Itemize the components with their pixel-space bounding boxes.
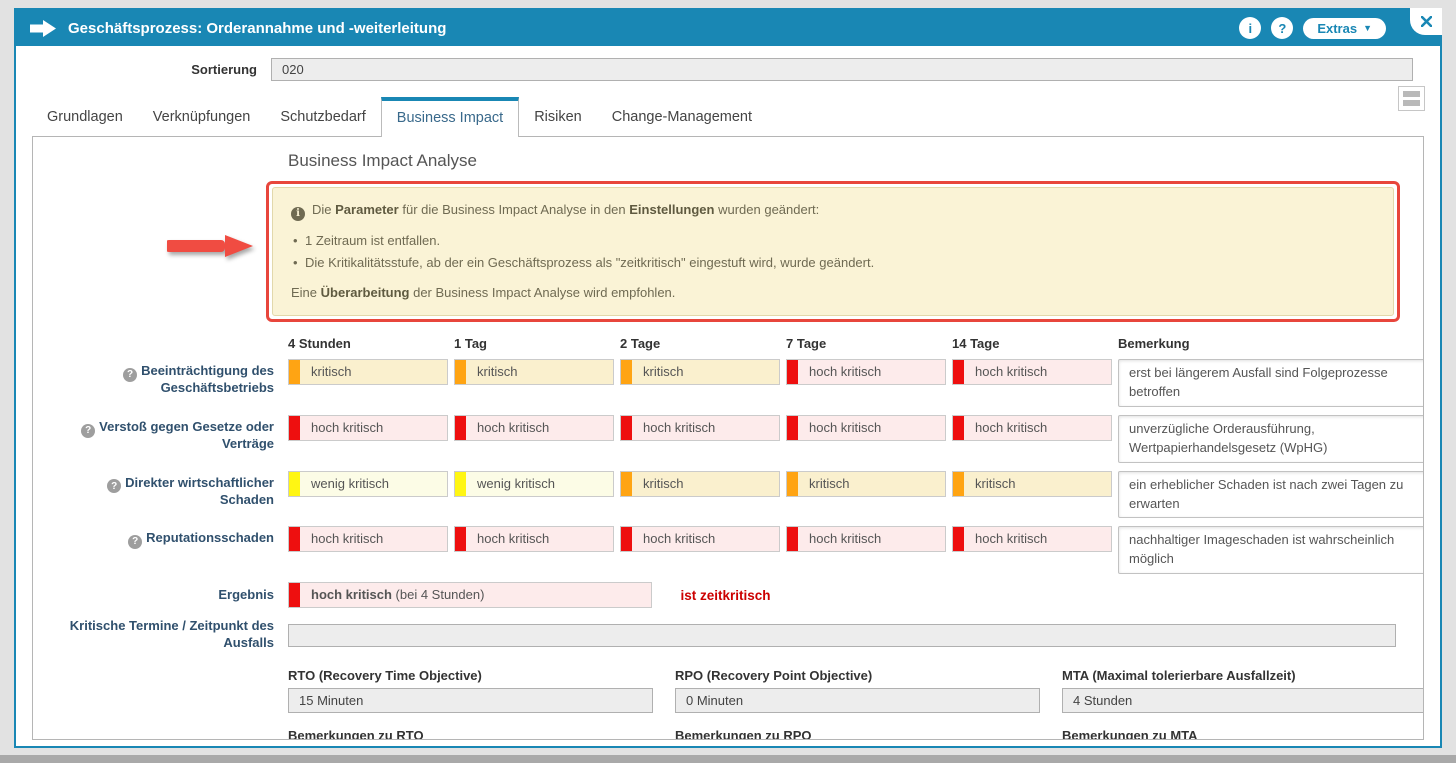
tab-content-panel: Business Impact Analyse i Die Parameter [32,136,1424,740]
rpo-input[interactable] [675,688,1040,713]
recovery-section: RTO (Recovery Time Objective) Bemerkunge… [288,668,1396,740]
tab-bar: Grundlagen Verknüpfungen Schutzbedarf Bu… [32,97,1424,136]
impact-cell[interactable]: wenig kritisch [454,471,614,497]
tab-verknuepfungen[interactable]: Verknüpfungen [138,97,266,136]
table-row: ?Direkter wirtschaftlicher Schaden wenig… [33,471,1423,519]
bemerkung-field[interactable]: nachhaltiger Imageschaden ist wahrschein… [1118,526,1424,574]
impact-cell[interactable]: kritisch [952,471,1112,497]
impact-cell[interactable]: hoch kritisch [620,415,780,441]
notice-footer-text: Eine Überarbeitung der Business Impact A… [291,284,1375,303]
close-button[interactable] [1410,8,1442,35]
impact-cell[interactable]: hoch kritisch [620,526,780,552]
impact-cell[interactable]: hoch kritisch [454,526,614,552]
annotation-arrow-icon [167,228,255,264]
rpo-note-label: Bemerkungen zu RPO [675,728,1040,740]
info-icon: i [291,207,305,221]
process-arrow-icon [30,20,56,37]
row-label-beeintraechtigung: ?Beeinträchtigung des Geschäftsbetriebs [33,359,288,397]
help-icon[interactable]: ? [107,479,121,493]
kritische-termine-label: Kritische Termine / Zeitpunkt des Ausfal… [33,618,288,652]
titlebar: Geschäftsprozess: Orderannahme und -weit… [16,10,1440,46]
bemerkung-field[interactable]: ein erheblicher Schaden ist nach zwei Ta… [1118,471,1424,519]
row-label-verstoss: ?Verstoß gegen Gesetze oder Verträge [33,415,288,453]
table-row: ?Reputationsschaden hoch kritisch hoch k… [33,526,1423,574]
desktop-background: Geschäftsprozess: Orderannahme und -weit… [0,0,1456,763]
row-label-reputationsschaden: ?Reputationsschaden [33,526,288,547]
impact-cell[interactable]: hoch kritisch [786,526,946,552]
row-label-wirtschaftlicher-schaden: ?Direkter wirtschaftlicher Schaden [33,471,288,509]
chevron-down-icon: ▼ [1363,23,1372,33]
impact-cell[interactable]: hoch kritisch [786,359,946,385]
impact-cell[interactable]: kritisch [620,471,780,497]
bia-change-notice: i Die Parameter für die Business Impact … [272,187,1394,316]
bemerkung-field[interactable]: unverzügliche Orderausführung, Wertpapie… [1118,415,1424,463]
column-header: Bemerkung [1118,336,1424,351]
impact-cell[interactable]: kritisch [454,359,614,385]
help-icon[interactable]: ? [128,535,142,549]
impact-cell[interactable]: kritisch [620,359,780,385]
impact-cell[interactable]: hoch kritisch [454,415,614,441]
extras-label: Extras [1317,21,1357,36]
sortierung-input[interactable] [271,58,1413,81]
annotation-highlight-box: i Die Parameter für die Business Impact … [266,181,1400,322]
tab-business-impact[interactable]: Business Impact [381,97,519,137]
app-window: Geschäftsprozess: Orderannahme und -weit… [14,8,1442,748]
form-header: Sortierung Grundlagen Verknüpfungen Schu… [16,46,1440,136]
info-button[interactable]: i [1239,17,1261,39]
tab-risiken[interactable]: Risiken [519,97,597,136]
notice-bullet: 1 Zeitraum ist entfallen. [291,232,1375,251]
impact-cell[interactable]: hoch kritisch [288,415,448,441]
column-header: 7 Tage [786,336,946,351]
column-header: 14 Tage [952,336,1112,351]
extras-button[interactable]: Extras ▼ [1303,18,1386,39]
impact-cell[interactable]: hoch kritisch [952,359,1112,385]
tab-schutzbedarf[interactable]: Schutzbedarf [265,97,380,136]
window-title: Geschäftsprozess: Orderannahme und -weit… [68,20,446,37]
kritische-termine-input[interactable] [288,624,1396,647]
impact-cell[interactable]: wenig kritisch [288,471,448,497]
impact-cell[interactable]: hoch kritisch [952,526,1112,552]
mta-input[interactable] [1062,688,1424,713]
impact-cell[interactable]: kritisch [786,471,946,497]
impact-cell[interactable]: hoch kritisch [786,415,946,441]
ergebnis-value-box: hoch kritisch (bei 4 Stunden) [288,582,652,608]
mta-label: MTA (Maximal tolerierbare Ausfallzeit) [1062,668,1424,683]
notice-intro-text: Die Parameter für die Business Impact An… [312,201,819,220]
notice-bullet-list: 1 Zeitraum ist entfallen. Die Kritikalit… [291,232,1375,273]
impact-cell[interactable]: hoch kritisch [952,415,1112,441]
bemerkung-field[interactable]: erst bei längerem Ausfall sind Folgeproz… [1118,359,1424,407]
help-icon[interactable]: ? [123,368,137,382]
zeitkritisch-flag: ist zeitkritisch [680,588,770,603]
column-header: 2 Tage [620,336,780,351]
rto-label: RTO (Recovery Time Objective) [288,668,653,683]
rto-note-label: Bemerkungen zu RTO [288,728,653,740]
section-heading: Business Impact Analyse [288,151,1396,171]
rto-input[interactable] [288,688,653,713]
notice-bullet: Die Kritikalitätsstufe, ab der ein Gesch… [291,254,1375,273]
help-button[interactable]: ? [1271,17,1293,39]
table-row: ?Verstoß gegen Gesetze oder Verträge hoc… [33,415,1423,463]
ergebnis-label: Ergebnis [33,587,288,604]
column-header: 4 Stunden [288,336,448,351]
sortierung-label: Sortierung [16,62,271,77]
tab-grundlagen[interactable]: Grundlagen [32,97,138,136]
rpo-label: RPO (Recovery Point Objective) [675,668,1040,683]
impact-column-headers: 4 Stunden 1 Tag 2 Tage 7 Tage 14 Tage Be… [288,336,1396,351]
impact-cell[interactable]: hoch kritisch [288,526,448,552]
mta-note-label: Bemerkungen zu MTA [1062,728,1424,740]
table-row: ?Beeinträchtigung des Geschäftsbetriebs … [33,359,1423,407]
impact-cell[interactable]: kritisch [288,359,448,385]
close-icon [1421,16,1432,27]
column-header: 1 Tag [454,336,614,351]
help-icon[interactable]: ? [81,424,95,438]
tab-change-management[interactable]: Change-Management [597,97,767,136]
